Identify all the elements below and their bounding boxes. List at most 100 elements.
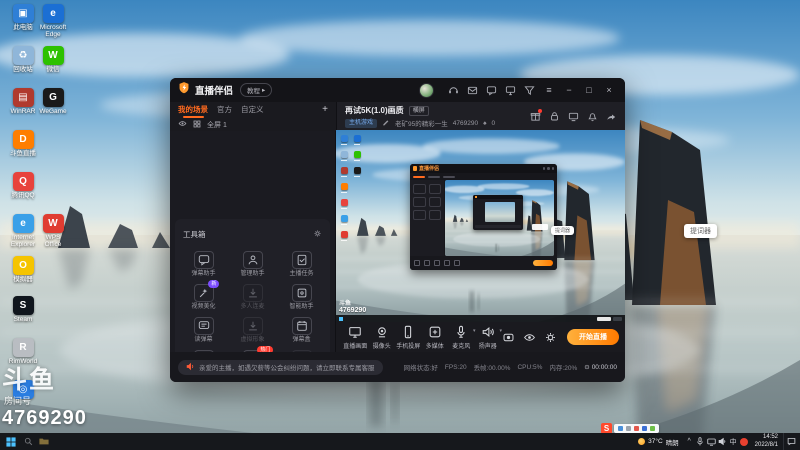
recursive-window [473, 195, 523, 230]
chevron-down-icon[interactable]: ▾ [499, 328, 502, 334]
gift-activity-icon[interactable] [529, 109, 542, 122]
monitor-icon[interactable] [503, 83, 518, 97]
tab-my-scenes[interactable]: 我的场景 [178, 104, 208, 118]
weather-widget[interactable]: 37°C 晴朗 [633, 437, 684, 447]
message-icon[interactable] [484, 83, 499, 97]
input-method-indicator[interactable]: 中 [728, 433, 739, 450]
desktop-icon-label: 腾讯QQ [11, 192, 35, 199]
start-live-button[interactable]: 开始直播 [567, 329, 619, 345]
taskbar-clock[interactable]: 14:52 2022/8/1 [750, 434, 783, 449]
sogou-mic-icon[interactable] [634, 426, 639, 431]
download-icon [242, 284, 263, 302]
toolbar-media-button[interactable]: 多媒体 [422, 325, 449, 350]
scene-item-row[interactable]: 全屏 1 [170, 118, 336, 131]
speaker-icon [475, 325, 502, 344]
room-title[interactable]: 再试5K(1.0)画质 [345, 105, 404, 116]
sogou-toolbox-icon[interactable] [650, 426, 655, 431]
app-titlebar[interactable]: 直播伴侣 教程 ▸ ≡ − □ × [170, 78, 625, 102]
start-button[interactable] [2, 433, 20, 450]
toolbox-item[interactable]: 管理助手 [228, 251, 277, 277]
bottom-toolbar: 直播画面 摄像头 手机投屏 多媒体 麦克风 ▾ 扬声器 ▾ 开始直播 [336, 322, 625, 352]
desktop-icon[interactable]: ▤ WinRAR [8, 88, 38, 115]
stream-preview-canvas[interactable]: 直播伴侣 提词器 斗鱼 4769290 [336, 130, 625, 322]
captured-app-title: 直播伴侣 [419, 166, 440, 172]
tutorial-badge[interactable]: 教程 ▸ [240, 83, 273, 97]
share-icon[interactable] [605, 110, 617, 122]
chat-icon [193, 251, 214, 269]
clock-icon: ⊙ [584, 364, 590, 371]
douyu-tray-icon[interactable] [739, 433, 750, 450]
camera-icon [369, 325, 396, 344]
toolbar-item-label: 麦克风 [452, 343, 471, 350]
tray-mic-icon[interactable] [695, 433, 706, 450]
bell-icon[interactable] [586, 110, 598, 122]
toolbar-speaker-button[interactable]: 扬声器 ▾ [475, 325, 502, 350]
record-icon[interactable] [501, 330, 515, 344]
sogou-skin-icon[interactable] [642, 426, 647, 431]
desktop-icon[interactable]: e Microsoft Edge [38, 4, 68, 39]
desktop-icon[interactable]: O 模拟器 [8, 256, 38, 283]
sogou-mode-icon[interactable] [618, 426, 623, 431]
tab-custom[interactable]: 自定义 [241, 104, 264, 115]
toolbox-item[interactable]: 读弹幕 [179, 317, 228, 343]
search-icon[interactable] [20, 433, 36, 450]
desktop-icon-label: 微信 [46, 66, 60, 73]
sogou-toolbar[interactable] [614, 424, 659, 433]
hidden-icons-chevron[interactable]: ^ [684, 433, 695, 450]
toolbox-item[interactable]: 虚拟形象 [228, 317, 277, 343]
toolbox-item[interactable]: 主播任务 [277, 251, 326, 277]
desktop-icon[interactable]: S Steam [8, 296, 38, 323]
tab-official[interactable]: 官方 [217, 104, 232, 115]
captured-desktop-icon [341, 199, 348, 209]
screen-cast-icon[interactable] [567, 110, 579, 122]
toolbar-item-label: 直播画面 [343, 343, 368, 350]
watermark-room-number: 4769290 [2, 407, 87, 429]
user-avatar[interactable] [419, 82, 434, 98]
captured-desktop-icon [354, 167, 361, 177]
toolbar-mic-button[interactable]: 麦克风 ▾ [448, 325, 476, 350]
notification-center-icon[interactable] [783, 433, 798, 450]
tray-display-icon[interactable] [706, 433, 717, 450]
category-badge[interactable]: 主机游戏 [345, 118, 378, 128]
download-icon [242, 317, 263, 335]
sogou-punct-icon[interactable] [626, 426, 631, 431]
toolbox-item[interactable]: 视频美化 新 [179, 280, 228, 310]
desktop-icon[interactable]: W 微信 [38, 46, 68, 73]
desktop-icon[interactable]: ♻ 回收站 [8, 46, 38, 73]
desktop-icon[interactable]: W WPS Office [38, 214, 68, 249]
maximize-button[interactable]: □ [581, 82, 597, 98]
toolbar-camera-button[interactable]: 摄像头 [369, 325, 396, 350]
toolbox-item[interactable]: 智能助手 [277, 284, 326, 310]
toolbar-screen-button[interactable]: 直播画面 [342, 325, 369, 350]
minimize-button[interactable]: − [561, 82, 577, 98]
desktop-icon[interactable]: ▣ 此电脑 [8, 4, 38, 31]
desktop-icon[interactable]: e Internet Explorer [8, 214, 38, 249]
toolbox-item[interactable]: 弹幕盒 [277, 317, 326, 343]
desktop-icon-label: Steam [13, 316, 33, 323]
lock-icon[interactable] [548, 110, 560, 122]
filter-icon[interactable] [522, 83, 537, 97]
preview-eye-icon[interactable] [522, 330, 536, 344]
edit-pencil-icon[interactable] [382, 118, 390, 128]
desktop-icon[interactable]: Q 腾讯QQ [8, 172, 38, 199]
toolbox-item[interactable]: 多人连麦 [228, 284, 277, 310]
close-button[interactable]: × [601, 82, 617, 98]
file-explorer-icon[interactable] [36, 433, 52, 450]
toolbox-item[interactable]: 弹幕助手 [179, 251, 228, 277]
tray-volume-icon[interactable] [717, 433, 728, 450]
customer-service-icon[interactable] [446, 83, 461, 97]
add-scene-button[interactable]: + [322, 104, 328, 115]
prompter-tooltip[interactable]: 提词器 [684, 224, 717, 238]
mail-icon[interactable] [465, 83, 480, 97]
toolbox-settings-icon[interactable] [313, 225, 322, 243]
announcement-bar[interactable]: 亲爱的主播，如遇欠薪等公会纠纷问题，请立即联系专属客服 [178, 359, 383, 375]
desktop-icon[interactable]: G WeGame [38, 88, 68, 115]
menu-icon[interactable]: ≡ [541, 82, 557, 98]
toolbar-phone-button[interactable]: 手机投屏 [395, 325, 422, 350]
app-title: 直播伴侣 [195, 86, 234, 97]
captured-toolbar [410, 256, 557, 270]
layout-grid-icon[interactable] [193, 120, 201, 130]
visibility-eye-icon[interactable] [178, 119, 187, 130]
desktop-icon[interactable]: D 斗鱼直播 [8, 130, 38, 157]
settings-gear-icon[interactable] [543, 330, 557, 344]
